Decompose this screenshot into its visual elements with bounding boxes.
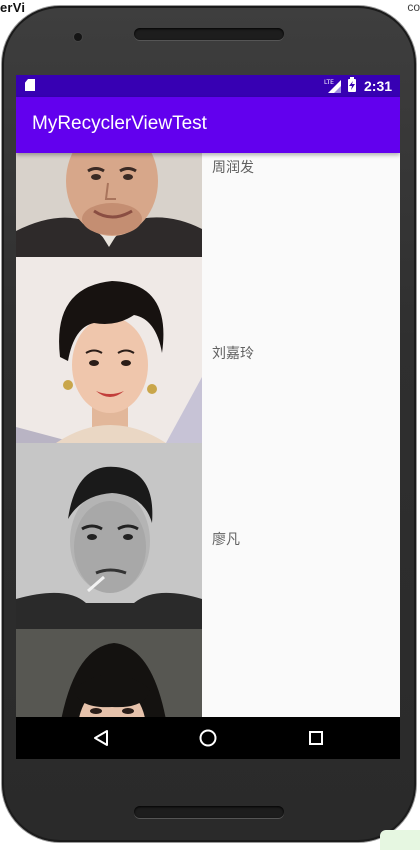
list-item[interactable]: 廖凡: [16, 443, 400, 629]
recents-icon: [309, 731, 323, 745]
back-icon: [94, 730, 108, 746]
item-name: 刘嘉玲: [212, 346, 254, 362]
top-speaker: [134, 28, 284, 40]
navigation-bar: [16, 717, 400, 759]
ide-text-fragment: co: [407, 0, 420, 14]
home-button[interactable]: [178, 717, 238, 759]
portrait-photo: [16, 153, 202, 257]
front-camera-icon: [74, 33, 82, 41]
portrait-photo: [16, 257, 202, 443]
item-name: 周润发: [212, 160, 254, 176]
device-screen: LTE 2:31 MyRecyclerViewTest 周润发 刘嘉玲 廖凡: [16, 75, 400, 759]
ide-title-fragment: erVi: [0, 0, 26, 15]
sd-card-icon: [25, 79, 35, 91]
home-icon: [199, 729, 217, 747]
item-name: 廖凡: [212, 532, 240, 548]
list-item[interactable]: [16, 629, 400, 717]
app-title: MyRecyclerViewTest: [32, 113, 207, 134]
portrait-photo: [16, 443, 202, 629]
battery-icon: [348, 77, 356, 92]
recents-button[interactable]: [286, 717, 346, 759]
status-bar: LTE 2:31: [16, 75, 400, 97]
ide-status-indicator: [380, 830, 420, 850]
status-time: 2:31: [364, 78, 393, 94]
emulator-window: erVi co LTE 2:31 MyRecyclerViewTest 周润发 …: [0, 0, 420, 850]
portrait-photo: [16, 629, 202, 717]
recycler-list[interactable]: 周润发 刘嘉玲 廖凡: [16, 153, 400, 717]
list-item[interactable]: 周润发: [16, 153, 400, 257]
back-button[interactable]: [72, 717, 132, 759]
app-bar: MyRecyclerViewTest: [16, 97, 400, 153]
list-item[interactable]: 刘嘉玲: [16, 257, 400, 443]
lte-signal-icon: LTE: [324, 79, 341, 93]
svg-text:LTE: LTE: [324, 79, 334, 86]
bottom-speaker: [134, 806, 284, 818]
